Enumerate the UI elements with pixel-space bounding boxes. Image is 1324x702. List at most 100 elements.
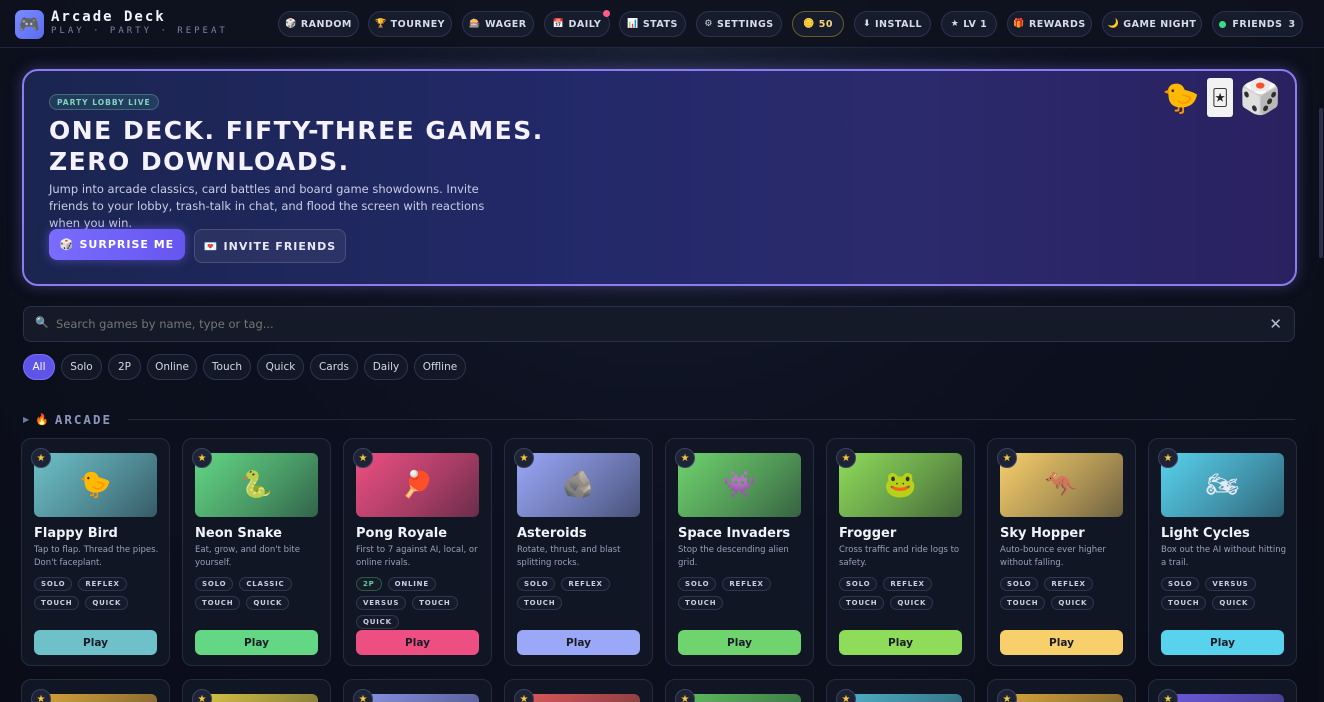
nav-settings-button[interactable]: ⚙ SETTINGS [696,11,782,37]
nav-random-button[interactable]: 🎲 RANDOM [278,11,359,37]
filter-chip-all[interactable]: All [23,354,55,380]
game-card[interactable]: ★ 🏍 Light Cycles Box out the AI without hit… [1148,438,1297,666]
favorite-star-icon[interactable]: ★ [836,689,856,702]
nav-wager-button[interactable]: 🎰 WAGER [462,11,534,37]
friends-count: 3 [1288,18,1296,30]
section-header-arcade[interactable]: ▶ 🔥 ARCADE [23,411,112,427]
game-thumbnail[interactable] [517,694,640,702]
nav-rewards-button[interactable]: 🎁 REWARDS [1007,11,1092,37]
favorite-star-icon[interactable]: ★ [514,689,534,702]
play-button[interactable]: Play [1000,630,1123,655]
dice-icon: 🎲 [285,19,297,29]
tag-badge: SOLO [1161,577,1200,591]
top-bar: 🎮 Arcade Deck PLAY · PARTY · REPEAT 🎲 RAN… [0,0,1324,48]
tag-badge: TOUCH [517,596,563,610]
snake-icon[interactable]: 🐍 [195,453,318,517]
tag-badge: TOUCH [412,596,458,610]
game-card[interactable]: ★ [1148,679,1297,702]
game-thumbnail[interactable] [839,694,962,702]
play-button[interactable]: Play [34,630,157,655]
game-title: Sky Hopper [1000,526,1085,541]
nav-friends-button[interactable]: FRIENDS 3 [1212,11,1303,37]
nav-stats-button[interactable]: 📊 STATS [619,11,686,37]
scrollbar-thumb[interactable] [1319,108,1323,258]
coin-balance-button[interactable]: 🪙 50 [792,11,844,37]
favorite-star-icon[interactable]: ★ [353,448,373,468]
favorite-star-icon[interactable]: ★ [1158,448,1178,468]
game-thumbnail[interactable] [34,694,157,702]
favorite-star-icon[interactable]: ★ [675,689,695,702]
filter-chip-cards[interactable]: Cards [310,354,358,380]
nav-install-button[interactable]: ⬇ INSTALL [854,11,931,37]
favorite-star-icon[interactable]: ★ [1158,689,1178,702]
favorite-star-icon[interactable]: ★ [997,448,1017,468]
favorite-star-icon[interactable]: ★ [31,448,51,468]
frog-icon[interactable]: 🐸 [839,453,962,517]
play-button[interactable]: Play [678,630,801,655]
game-card[interactable]: ★ [504,679,653,702]
filter-chip-touch[interactable]: Touch [203,354,251,380]
game-card[interactable]: ★ [987,679,1136,702]
kangaroo-icon[interactable]: 🦘 [1000,453,1123,517]
filter-chip-solo[interactable]: Solo [61,354,102,380]
play-button[interactable]: Play [517,630,640,655]
tag-badge: REFLEX [1044,577,1093,591]
game-card[interactable]: ★ 🦘 Sky Hopper Auto-bounce ever higher with… [987,438,1136,666]
nav-game-night-button[interactable]: 🌙 GAME NIGHT [1102,11,1202,37]
alien-icon[interactable]: 👾 [678,453,801,517]
favorite-star-icon[interactable]: ★ [353,689,373,702]
game-card[interactable]: ★ 🐤 Flappy Bird Tap to flap. Thread the pip… [21,438,170,666]
gamepad-logo-icon[interactable]: 🎮 [15,10,44,39]
play-button[interactable]: Play [195,630,318,655]
favorite-star-icon[interactable]: ★ [192,448,212,468]
game-card[interactable]: ★ [182,679,331,702]
game-card[interactable]: ★ [665,679,814,702]
favorite-star-icon[interactable]: ★ [31,689,51,702]
game-card[interactable]: ★ 🏓 Pong Royale First to 7 against AI, loca… [343,438,492,666]
tag-badge: SOLO [1000,577,1039,591]
play-button[interactable]: Play [1161,630,1284,655]
game-card[interactable]: ★ [343,679,492,702]
clear-search-icon[interactable]: ✕ [1269,315,1282,333]
nav-daily-button[interactable]: 📅 DAILY [544,11,610,37]
motorcycle-icon[interactable]: 🏍 [1161,453,1284,517]
ping-pong-icon[interactable]: 🏓 [356,453,479,517]
game-card[interactable]: ★ 🐸 Frogger Cross traffic and ride logs to … [826,438,975,666]
game-card[interactable]: ★ [826,679,975,702]
star-icon: ★ [950,19,960,29]
game-card[interactable]: ★ 🐍 Neon Snake Eat, grow, and don't bite yo… [182,438,331,666]
chick-icon[interactable]: 🐤 [34,453,157,517]
favorite-star-icon[interactable]: ★ [836,448,856,468]
tag-badge: REFLEX [78,577,127,591]
invite-friends-button[interactable]: 💌 INVITE FRIENDS [194,229,346,263]
scrollbar[interactable] [1318,48,1324,702]
game-thumbnail[interactable] [678,694,801,702]
favorite-star-icon[interactable]: ★ [675,448,695,468]
filter-chip-online[interactable]: Online [147,354,197,380]
surprise-me-button[interactable]: 🎲 SURPRISE ME [49,229,185,260]
favorite-star-icon[interactable]: ★ [997,689,1017,702]
playing-card-icon: 🃏 [1207,78,1233,117]
game-card[interactable]: ★ 🪨 Asteroids Rotate, thrust, and blast spl… [504,438,653,666]
party-lobby-badge: PARTY LOBBY LIVE [49,94,159,110]
game-thumbnail[interactable] [356,694,479,702]
filter-chip-quick[interactable]: Quick [257,354,304,380]
nav-tourney-button[interactable]: 🏆 TOURNEY [368,11,452,37]
rock-icon[interactable]: 🪨 [517,453,640,517]
search-input[interactable] [56,307,1256,341]
game-tags: SOLO REFLEX TOUCH [678,577,806,610]
play-button[interactable]: Play [356,630,479,655]
game-card[interactable]: ★ [21,679,170,702]
favorite-star-icon[interactable]: ★ [514,448,534,468]
filter-chip-daily[interactable]: Daily [364,354,408,380]
play-button[interactable]: Play [839,630,962,655]
game-card[interactable]: ★ 👾 Space Invaders Stop the descending alie… [665,438,814,666]
filter-chip-offline[interactable]: Offline [414,354,466,380]
game-thumbnail[interactable] [1161,694,1284,702]
filter-chip-2p[interactable]: 2P [108,354,141,380]
game-thumbnail[interactable] [195,694,318,702]
coin-icon: 🪙 [803,19,815,29]
favorite-star-icon[interactable]: ★ [192,689,212,702]
level-badge-button[interactable]: ★ LV 1 [941,11,997,37]
game-thumbnail[interactable] [1000,694,1123,702]
